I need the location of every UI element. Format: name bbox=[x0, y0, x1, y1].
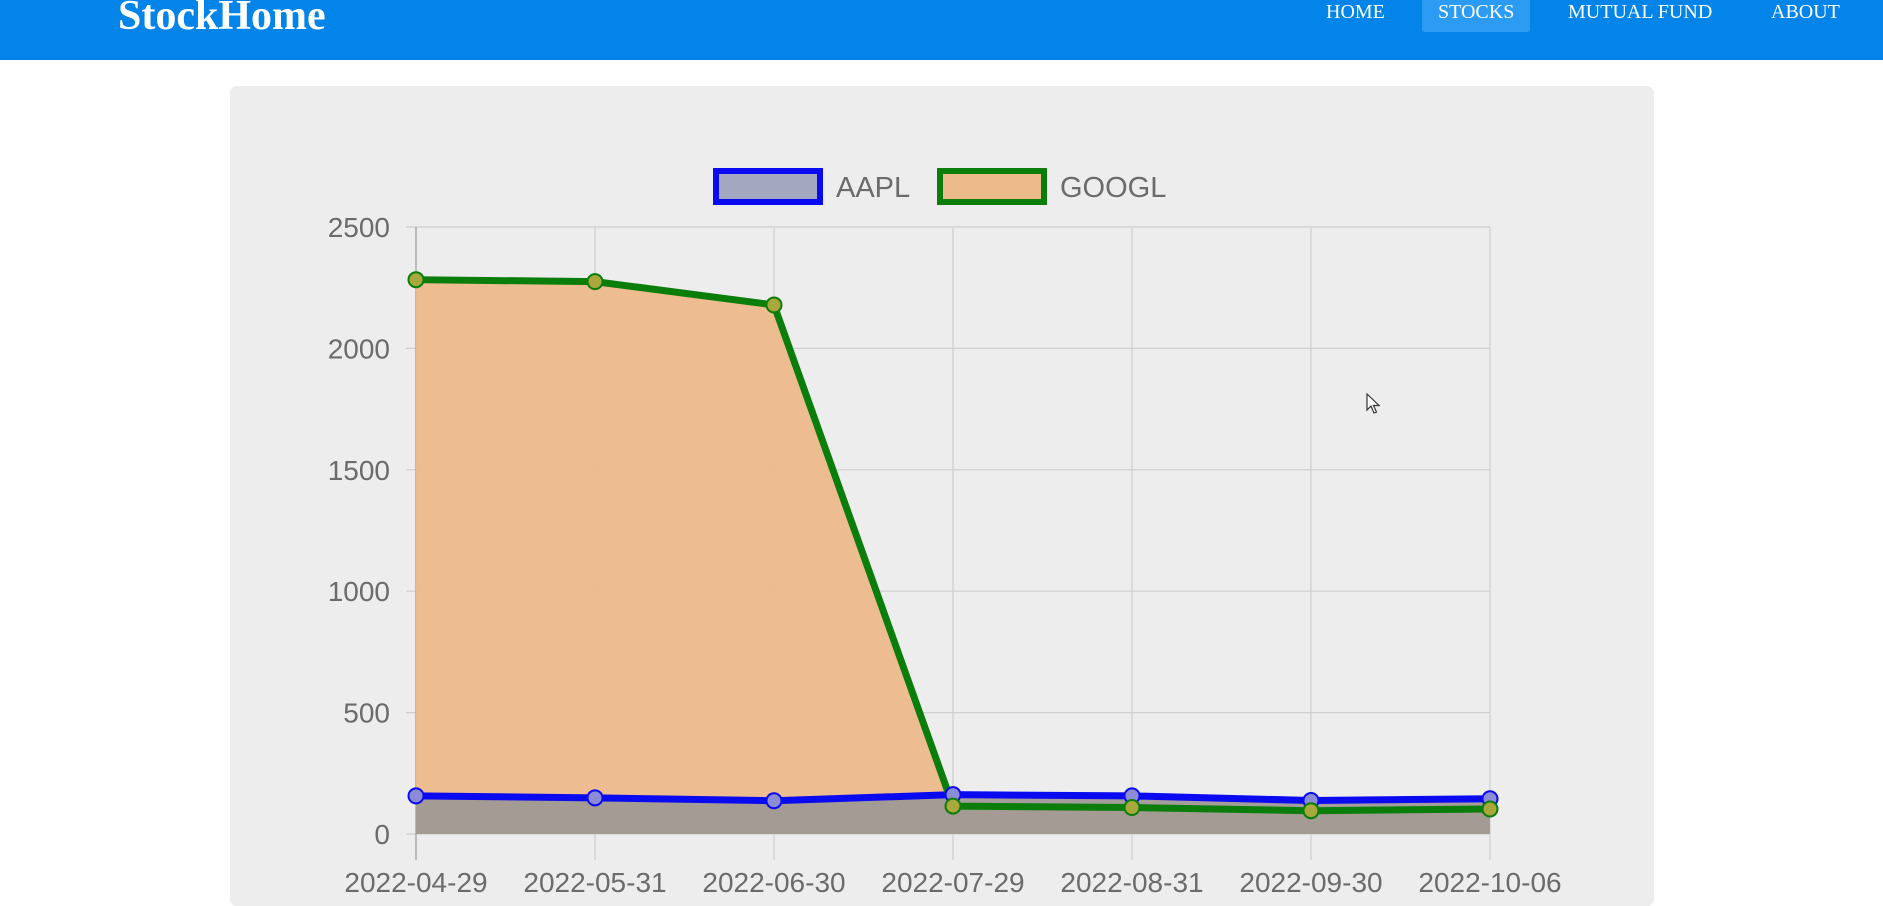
chart-legend: AAPL GOOGL bbox=[713, 168, 1166, 205]
nav-mutual-fund[interactable]: MUTUAL FUND bbox=[1552, 0, 1728, 32]
nav-about[interactable]: ABOUT bbox=[1755, 0, 1856, 32]
point-googl bbox=[586, 273, 604, 291]
point-aapl bbox=[586, 789, 604, 807]
point-aapl bbox=[765, 792, 783, 810]
y-axis-ticks: 0 500 1000 1500 2000 2500 bbox=[328, 212, 390, 850]
y-tick-label: 500 bbox=[343, 698, 390, 729]
x-tick-label: 2022-10-06 bbox=[1418, 867, 1561, 898]
legend-swatch-aapl bbox=[713, 168, 823, 205]
x-axis-ticks: 2022-04-29 2022-05-31 2022-06-30 2022-07-29… bbox=[344, 867, 1561, 898]
nav-home[interactable]: HOME bbox=[1310, 0, 1401, 32]
legend-swatch-googl bbox=[937, 168, 1047, 205]
x-tick-label: 2022-08-31 bbox=[1060, 867, 1203, 898]
chart-card: 0 500 1000 1500 2000 2500 2022-04-29 2022-05-3… bbox=[230, 86, 1654, 906]
point-googl bbox=[1481, 800, 1499, 818]
x-tick-label: 2022-04-29 bbox=[344, 867, 487, 898]
mouse-cursor-icon bbox=[1366, 393, 1381, 414]
top-navbar: StockHome HOME STOCKS MUTUAL FUND ABOUT bbox=[0, 0, 1883, 60]
x-tick-label: 2022-05-31 bbox=[523, 867, 666, 898]
point-googl bbox=[1302, 802, 1320, 820]
x-tick-label: 2022-07-29 bbox=[881, 867, 1024, 898]
y-tick-label: 2500 bbox=[328, 212, 390, 243]
y-tick-label: 1000 bbox=[328, 576, 390, 607]
y-tick-label: 2000 bbox=[328, 333, 390, 364]
point-googl bbox=[1123, 799, 1141, 817]
point-aapl bbox=[407, 787, 425, 805]
y-tick-label: 1500 bbox=[328, 455, 390, 486]
point-googl bbox=[407, 271, 425, 289]
nav-stocks[interactable]: STOCKS bbox=[1422, 0, 1531, 32]
x-tick-label: 2022-09-30 bbox=[1239, 867, 1382, 898]
stock-price-chart: 0 500 1000 1500 2000 2500 2022-04-29 2022-05-3… bbox=[328, 168, 1562, 898]
point-googl bbox=[944, 797, 962, 815]
y-tick-label: 0 bbox=[374, 819, 390, 850]
x-tick-label: 2022-06-30 bbox=[702, 867, 845, 898]
point-googl bbox=[765, 296, 783, 314]
brand-logo[interactable]: StockHome bbox=[118, 0, 326, 42]
legend-label-aapl: AAPL bbox=[836, 172, 910, 204]
legend-label-googl: GOOGL bbox=[1060, 172, 1166, 204]
